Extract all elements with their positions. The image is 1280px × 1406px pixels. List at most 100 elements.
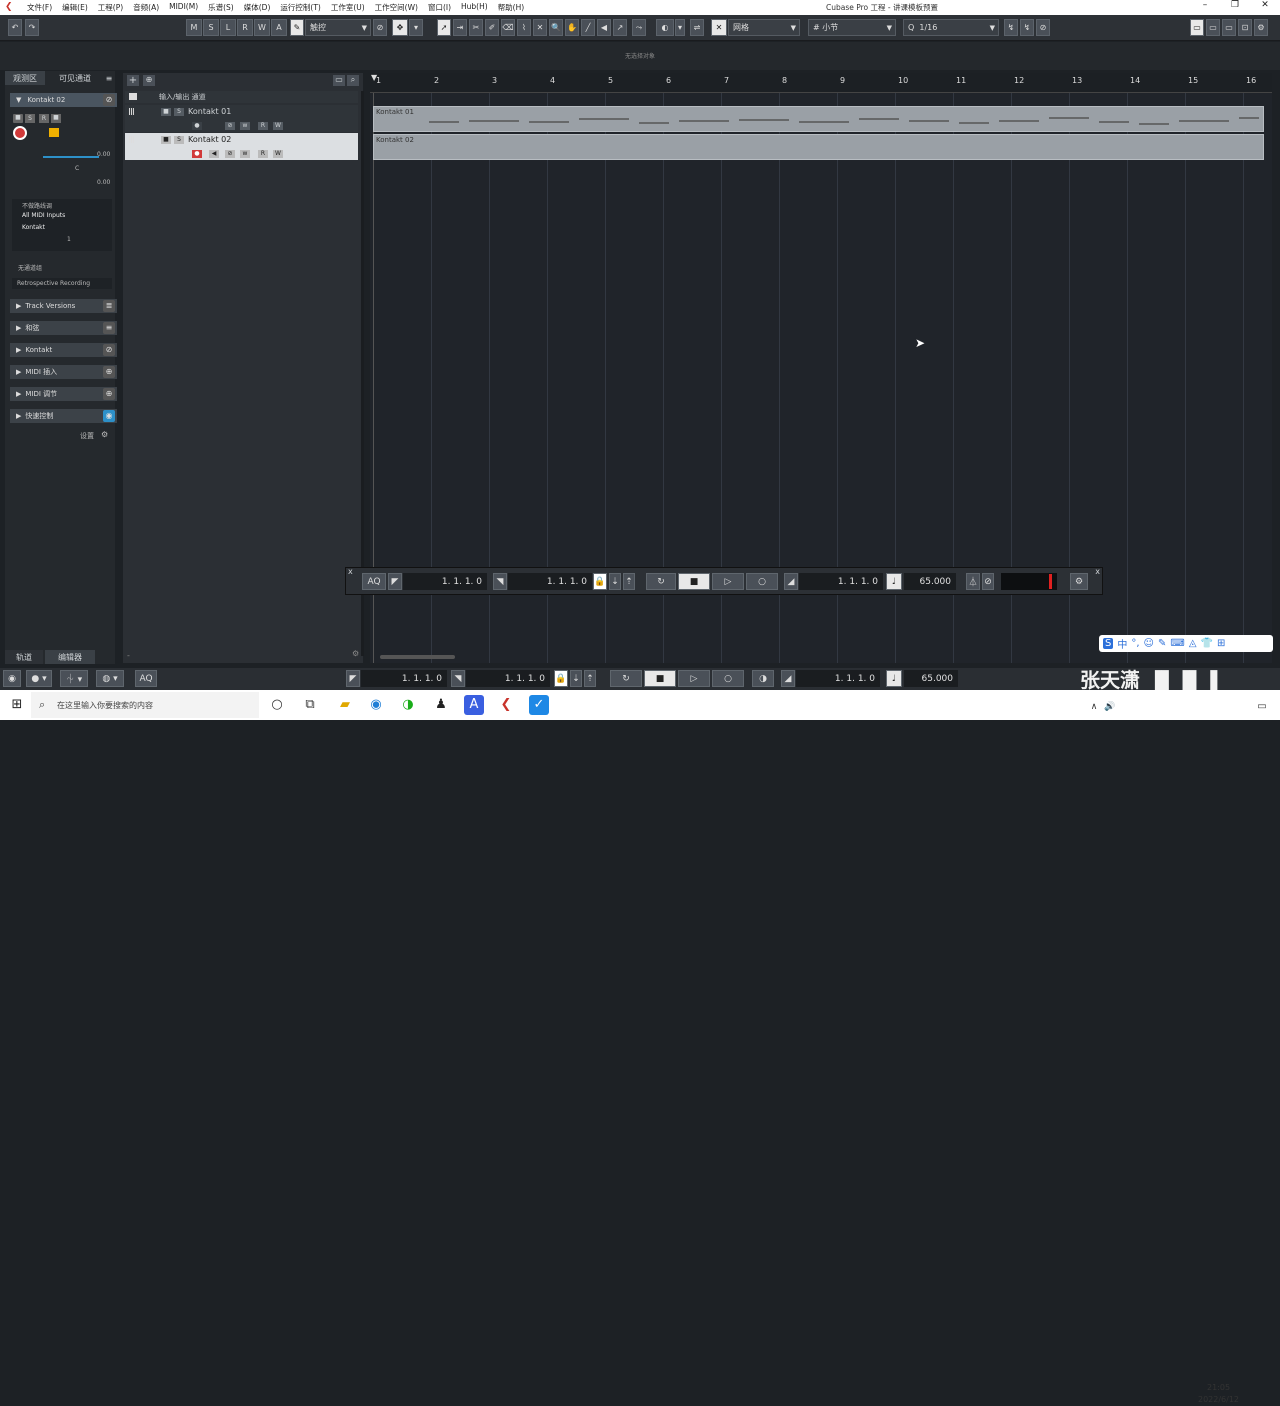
- close-icon[interactable]: x: [1095, 567, 1100, 576]
- edge-icon[interactable]: ◉: [366, 695, 386, 715]
- cubase-icon[interactable]: ❮: [496, 695, 516, 715]
- tempo-track-icon[interactable]: ♩: [886, 670, 902, 687]
- menu-project[interactable]: 工程(P): [93, 2, 128, 13]
- close-icon[interactable]: x: [348, 567, 353, 576]
- quantize-apply-icon[interactable]: ↯: [1020, 19, 1034, 36]
- minus-icon[interactable]: -: [127, 651, 130, 660]
- read-all-button[interactable]: R: [237, 19, 253, 36]
- ime-lang[interactable]: 中: [1117, 636, 1127, 651]
- track-zoom-icon[interactable]: ▭: [333, 75, 345, 86]
- snap-icon[interactable]: ✕: [711, 19, 727, 36]
- add-track-icon[interactable]: +: [127, 75, 139, 86]
- midi-part[interactable]: Kontakt 02: [373, 134, 1264, 160]
- edit-instrument-icon[interactable]: ⊘: [225, 150, 235, 158]
- cycle-mode-dropdown[interactable]: ⏆ ▾: [60, 670, 88, 687]
- app-icon[interactable]: A: [464, 695, 484, 715]
- menu-icon[interactable]: ≡: [103, 71, 115, 85]
- punch-in-icon[interactable]: ⇣: [570, 670, 582, 687]
- vertical-scrollbar[interactable]: [1262, 98, 1268, 643]
- grid-type-dropdown[interactable]: # 小节 ▼: [808, 19, 896, 36]
- ime-handwrite-icon[interactable]: ✎: [1158, 638, 1166, 649]
- inspector-track-name[interactable]: ▼ Kontakt 02 ⊘: [10, 93, 117, 107]
- redo-icon[interactable]: ↷: [25, 19, 39, 36]
- stop-button[interactable]: ■: [644, 670, 676, 687]
- right-locator-field[interactable]: 1. 1. 1. 0: [508, 573, 592, 590]
- windows-start-icon[interactable]: ⊞: [7, 695, 27, 715]
- play-tool-icon[interactable]: ◀: [597, 19, 611, 36]
- range-tool-icon[interactable]: ⇥: [453, 19, 467, 36]
- read-button[interactable]: R: [258, 122, 268, 130]
- cortana-icon[interactable]: ○: [267, 695, 287, 715]
- track-row-selected[interactable]: Ⅲ ■ S Kontakt 02 ● ◀ ⊘ w R W: [125, 133, 358, 160]
- ime-skin-icon[interactable]: 👕: [1201, 638, 1213, 649]
- minimize-icon[interactable]: –: [1190, 0, 1220, 10]
- section-midi-inserts[interactable]: ▶ MIDI 插入 ⊕: [10, 365, 117, 379]
- menu-edit[interactable]: 编辑(E): [57, 2, 93, 13]
- record-button[interactable]: ○: [746, 573, 778, 590]
- solo-button[interactable]: S: [174, 108, 184, 116]
- mute-all-button[interactable]: M: [186, 19, 202, 36]
- section-track-versions[interactable]: ▶ Track Versions ≣: [10, 299, 117, 313]
- split-tool-icon[interactable]: ✂: [469, 19, 483, 36]
- tab-tracks[interactable]: 轨道: [5, 650, 43, 664]
- mute-button[interactable]: ■: [161, 136, 171, 144]
- solo-button[interactable]: S: [174, 136, 184, 144]
- ime-keyboard-icon[interactable]: ⌨: [1170, 638, 1184, 649]
- punch-out-icon[interactable]: ⇡: [584, 670, 596, 687]
- menu-studio[interactable]: 工作室(U): [326, 2, 370, 13]
- lower-zone-icon[interactable]: ▭: [1206, 19, 1220, 36]
- track-name[interactable]: Kontakt 02: [188, 135, 231, 144]
- read-button[interactable]: R: [39, 114, 49, 123]
- left-locator-field[interactable]: 1. 1. 1. 0: [403, 573, 487, 590]
- auto-scroll-icon[interactable]: ⇌: [690, 19, 704, 36]
- left-locator-field[interactable]: 1. 1. 1. 0: [361, 670, 447, 687]
- listen-button[interactable]: L: [220, 19, 236, 36]
- right-locator-icon[interactable]: ◥: [493, 573, 507, 590]
- quantize-reset-icon[interactable]: ⊘: [1036, 19, 1050, 36]
- volume-icon[interactable]: 🔊: [1100, 697, 1120, 717]
- stop-button[interactable]: ■: [678, 573, 710, 590]
- retrospective-recording[interactable]: Retrospective Recording: [12, 278, 112, 289]
- solo-button[interactable]: S: [25, 114, 35, 123]
- time-format-icon[interactable]: ◢: [784, 573, 798, 590]
- write-button[interactable]: W: [273, 122, 283, 130]
- ime-voice-icon[interactable]: ◬: [1189, 638, 1197, 649]
- restore-icon[interactable]: ❐: [1220, 0, 1250, 10]
- suspend-icon[interactable]: ⊘: [373, 19, 387, 36]
- write-button[interactable]: ■: [51, 114, 61, 123]
- snap-type-dropdown[interactable]: 网格 ▼: [728, 19, 800, 36]
- mute-tool-icon[interactable]: ✕: [533, 19, 547, 36]
- chevron-down-icon[interactable]: ▾: [409, 19, 423, 36]
- punch-out-icon[interactable]: ⇡: [623, 573, 635, 590]
- layout-icon[interactable]: ⊡: [1238, 19, 1252, 36]
- time-format-icon[interactable]: ◑: [752, 670, 774, 687]
- zoom-tool-icon[interactable]: 🔍: [549, 19, 563, 36]
- settings-link[interactable]: 设置: [80, 431, 94, 441]
- hand-tool-icon[interactable]: ✋: [565, 19, 579, 36]
- draw-tool-icon[interactable]: ✐: [485, 19, 499, 36]
- left-zone-icon[interactable]: ▭: [1190, 19, 1204, 36]
- section-kontakt[interactable]: ▶ Kontakt ⊘: [10, 343, 117, 357]
- cycle-button[interactable]: ↻: [610, 670, 642, 687]
- menu-score[interactable]: 乐谱(S): [203, 2, 239, 13]
- solo-all-button[interactable]: S: [203, 19, 219, 36]
- gear-icon[interactable]: ⚙: [1070, 573, 1088, 590]
- record-enable-button[interactable]: [13, 126, 27, 140]
- menu-audio[interactable]: 音频(A): [128, 2, 164, 13]
- menu-file[interactable]: 文件(F): [22, 2, 57, 13]
- menu-workspaces[interactable]: 工作空间(W): [370, 2, 423, 13]
- tempo-field[interactable]: 65.000: [904, 670, 958, 687]
- tempo-field[interactable]: 65.000: [904, 573, 956, 590]
- menu-help[interactable]: 帮助(H): [493, 2, 530, 13]
- automation-button[interactable]: A: [271, 19, 287, 36]
- left-locator-icon[interactable]: ◤: [388, 573, 402, 590]
- file-explorer-icon[interactable]: ▰: [335, 695, 355, 715]
- right-zone-icon[interactable]: ▭: [1222, 19, 1236, 36]
- section-quick-controls[interactable]: ▶ 快速控制 ◉: [10, 409, 117, 423]
- record-button[interactable]: ○: [712, 670, 744, 687]
- folder-track[interactable]: 输入/输出 通道: [125, 91, 358, 103]
- track-name[interactable]: Kontakt 01: [188, 107, 231, 116]
- wave-icon[interactable]: w: [240, 150, 250, 158]
- record-mode-dropdown[interactable]: ● ▾: [26, 670, 52, 687]
- app-icon[interactable]: ✓: [529, 695, 549, 715]
